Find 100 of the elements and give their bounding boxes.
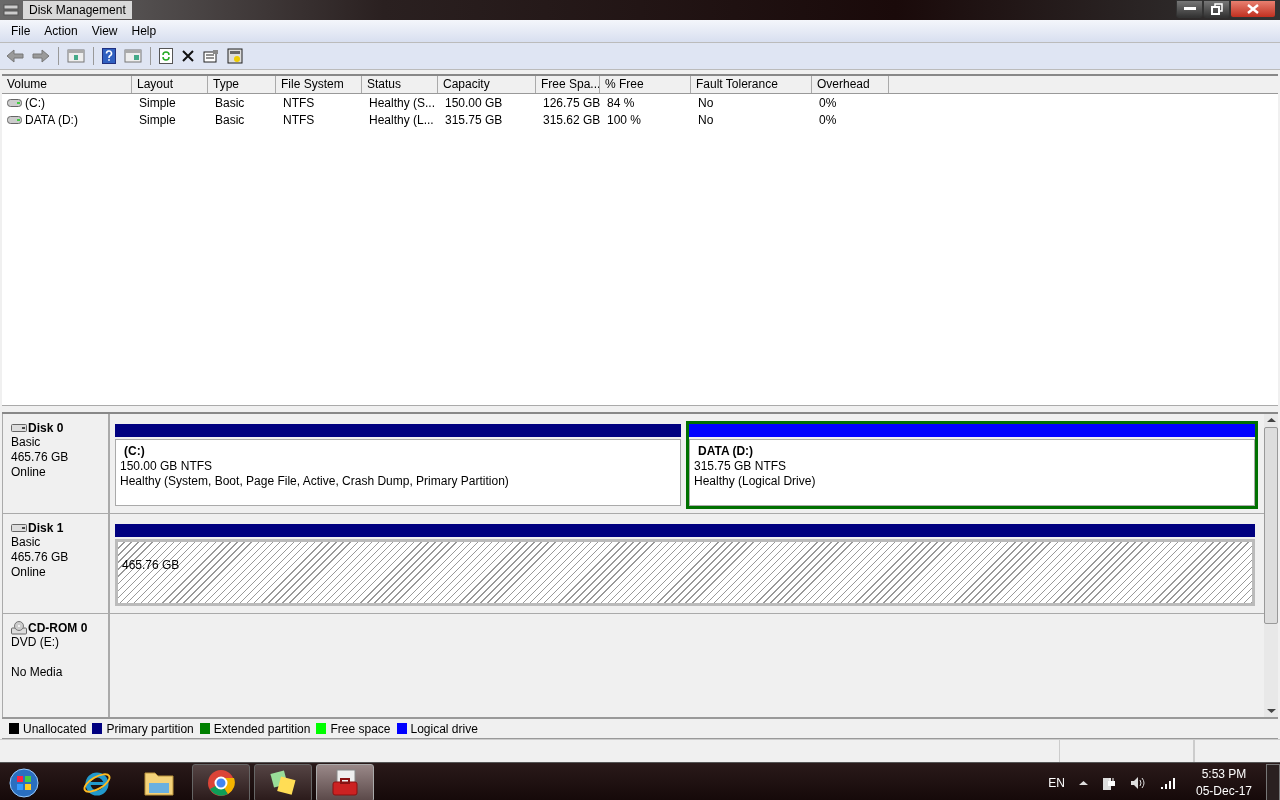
table-cell: No: [698, 95, 714, 110]
folder-icon: [143, 769, 175, 797]
disk-detail: Online: [11, 465, 47, 480]
table-cell: 0%: [819, 95, 837, 110]
properties-icon: [203, 49, 219, 63]
partition-status: Healthy (Logical Drive): [694, 474, 817, 489]
windows-logo-icon: [9, 768, 39, 798]
scroll-down-icon: [1266, 708, 1276, 714]
column-header[interactable]: Status: [362, 76, 438, 93]
refresh-icon: [159, 48, 173, 64]
table-cell: NTFS: [283, 95, 315, 110]
disk-detail: No Media: [11, 665, 64, 680]
date: 05-Dec-17: [1195, 783, 1252, 800]
legend-label: Unallocated: [23, 721, 87, 736]
legend-label: Primary partition: [106, 721, 194, 736]
forward-arrow-icon: [32, 49, 50, 63]
drive-icon: [7, 98, 23, 107]
table-cell: Basic: [215, 95, 245, 110]
close-icon: [1246, 4, 1260, 14]
close-icon: [181, 49, 195, 63]
column-header[interactable]: Capacity: [438, 76, 536, 93]
partition-size: 315.75 GB NTFS: [694, 459, 788, 474]
disk-name: CD-ROM 0: [28, 621, 88, 635]
scroll-thumb[interactable]: [1264, 427, 1278, 624]
restore-icon: [1210, 3, 1223, 15]
drive-icon: [11, 524, 27, 532]
disk-detail: 465.76 GB: [11, 450, 70, 465]
table-cell: DATA (D:): [25, 112, 78, 127]
disk-name: Disk 0: [28, 421, 64, 435]
partition-status: Healthy (System, Boot, Page File, Active, Crash Dump, Primary Partition): [120, 474, 510, 489]
scroll-up-icon: [1266, 417, 1276, 423]
caret-icon[interactable]: [1078, 780, 1088, 786]
column-header[interactable]: Type: [208, 76, 276, 93]
legend-label: Free space: [330, 721, 391, 736]
partition-size: 150.00 GB NTFS: [120, 459, 214, 474]
legend-label: Extended partition: [213, 721, 311, 736]
taskbar-button[interactable]: [316, 764, 374, 800]
disk-detail: Basic: [11, 435, 42, 450]
toolbox-icon: [330, 768, 360, 798]
column-header[interactable]: % Free: [600, 76, 691, 93]
language-indicator[interactable]: EN: [1048, 776, 1065, 790]
power-plug-icon[interactable]: [1101, 775, 1116, 791]
table-cell: 84 %: [607, 95, 635, 110]
column-header[interactable]: File System: [276, 76, 362, 93]
cd-drive-icon: [11, 621, 27, 635]
clock[interactable]: 5:53 PM 05-Dec-17: [1195, 766, 1252, 800]
disk-detail: Basic: [11, 535, 42, 550]
restore-button[interactable]: [1203, 0, 1230, 18]
menu-item[interactable]: Help: [124, 24, 164, 38]
table-cell: Healthy (L...: [369, 112, 434, 127]
show-desktop-button[interactable]: [1266, 764, 1280, 800]
chrome-icon: [206, 768, 236, 798]
drive-icon: [7, 115, 23, 124]
table-cell: Healthy (S...: [369, 95, 436, 110]
settings-button[interactable]: [224, 46, 246, 66]
drive-icon: [11, 424, 27, 432]
disk-detail: 465.76 GB: [11, 550, 70, 565]
column-header[interactable]: Overhead: [812, 76, 889, 93]
scrollbar[interactable]: [1264, 414, 1278, 717]
column-header[interactable]: Free Spa...: [536, 76, 600, 93]
menu-item[interactable]: Action: [37, 24, 85, 38]
table-cell: 150.00 GB: [445, 95, 503, 110]
time: 5:53 PM: [1201, 766, 1247, 783]
help-icon: [102, 48, 116, 64]
menu-item[interactable]: File: [4, 24, 38, 38]
table-cell: 315.75 GB: [445, 112, 503, 127]
help-button[interactable]: [99, 46, 119, 66]
table-cell: (C:): [25, 95, 45, 110]
window-pane-icon: [67, 49, 85, 63]
legend-label: Logical drive: [410, 721, 478, 736]
partition-size: 465.76 GB: [122, 558, 181, 573]
speaker-icon[interactable]: [1129, 776, 1146, 790]
window-title: Disk Management: [23, 1, 132, 19]
signal-icon[interactable]: [1159, 777, 1176, 789]
taskbar-button[interactable]: [192, 764, 250, 800]
minimize-icon: [1183, 7, 1196, 11]
refresh-button[interactable]: [156, 46, 176, 66]
table-cell: 0%: [819, 112, 837, 127]
table-cell: Simple: [139, 95, 176, 110]
partition[interactable]: DATA (D:) 315.75 GB NTFS Healthy (Logical Drive): [686, 421, 1258, 509]
partition-name: DATA (D:): [697, 444, 755, 459]
column-header[interactable]: Fault Tolerance: [691, 76, 812, 93]
column-header[interactable]: Volume: [2, 76, 132, 93]
table-cell: 100 %: [607, 112, 642, 127]
window-pane-icon: [124, 49, 142, 63]
sticky-notes-icon: [268, 769, 298, 797]
table-cell: NTFS: [283, 112, 315, 127]
partition-name: (C:): [123, 444, 146, 459]
menu-item[interactable]: View: [84, 24, 125, 38]
table-cell: 315.62 GB: [543, 112, 600, 127]
disk-detail: DVD (E:): [11, 635, 60, 650]
disk-detail: Online: [11, 565, 47, 580]
close-button[interactable]: [1230, 0, 1276, 18]
taskbar-button[interactable]: [254, 764, 312, 800]
table-cell: Simple: [139, 112, 176, 127]
table-cell: No: [698, 112, 714, 127]
back-arrow-icon: [6, 49, 24, 63]
disk-name: Disk 1: [28, 521, 64, 535]
column-header[interactable]: Layout: [132, 76, 208, 93]
minimize-button[interactable]: [1176, 0, 1203, 18]
